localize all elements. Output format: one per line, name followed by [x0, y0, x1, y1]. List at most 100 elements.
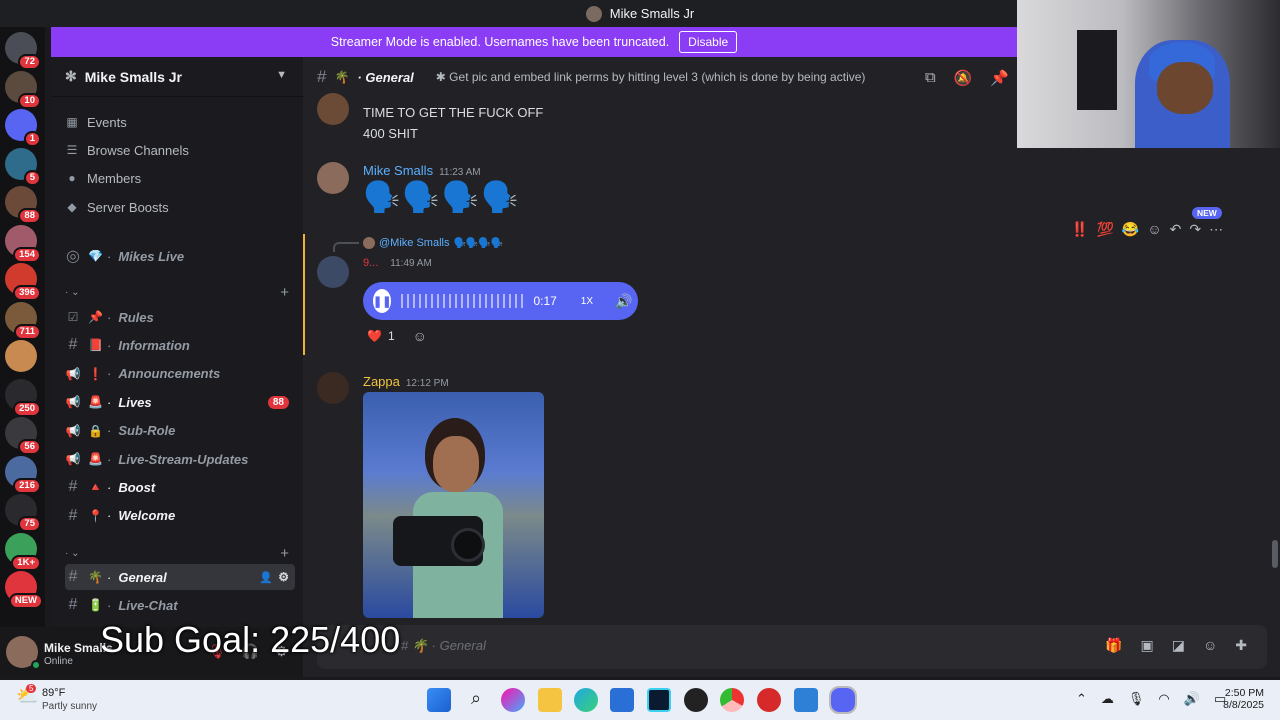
- nav-members[interactable]: ● Members: [65, 166, 141, 190]
- scrollbar-thumb[interactable]: [1272, 540, 1278, 568]
- add-channel-icon[interactable]: +: [280, 545, 289, 562]
- obs-icon[interactable]: [684, 688, 708, 712]
- invite-icon[interactable]: 👤: [259, 571, 273, 584]
- server-icon[interactable]: 10: [5, 70, 41, 109]
- gif-icon[interactable]: ▣: [1141, 637, 1154, 654]
- channel-general[interactable]: # 🌴 · General ⚙ 👤: [65, 564, 295, 590]
- add-reaction-icon[interactable]: ☺: [413, 328, 427, 344]
- channel-lives[interactable]: 📢 🚨 · Lives 88: [65, 389, 295, 415]
- avatar[interactable]: [317, 93, 349, 125]
- volume-icon[interactable]: 🔊: [1184, 691, 1200, 707]
- author-name[interactable]: Mike Smalls: [363, 163, 433, 178]
- author-name[interactable]: Zappa: [363, 374, 400, 389]
- copilot-icon[interactable]: [501, 688, 525, 712]
- photos-icon[interactable]: [794, 688, 818, 712]
- server-icon[interactable]: 250: [5, 378, 41, 417]
- server-icon[interactable]: NEW: [5, 571, 43, 609]
- reaction-heart[interactable]: ❤️ 1: [363, 327, 399, 345]
- reaction-suggestion[interactable]: ‼️: [1071, 221, 1088, 238]
- add-channel-icon[interactable]: +: [280, 284, 289, 301]
- weather-widget[interactable]: ⛅ 5: [16, 684, 38, 708]
- server-icon[interactable]: 711: [5, 301, 41, 340]
- online-status-dot: [31, 660, 41, 670]
- more-icon[interactable]: ⋯: [1209, 221, 1223, 238]
- server-icon[interactable]: [5, 340, 37, 372]
- nav-browse-channels[interactable]: ☰ Browse Channels: [65, 138, 189, 162]
- author-name[interactable]: 9...: [363, 257, 378, 269]
- store-icon[interactable]: [610, 688, 634, 712]
- disable-button[interactable]: Disable: [679, 31, 738, 53]
- channel-live-chat[interactable]: # 🔋 · Live-Chat: [65, 592, 295, 618]
- nav-events[interactable]: ▦ Events: [65, 110, 126, 134]
- server-header[interactable]: ✻ Mike Smalls Jr ▼: [51, 57, 303, 97]
- chevron-up-icon[interactable]: ⌃: [1076, 691, 1087, 707]
- threads-icon[interactable]: ⧉: [925, 69, 936, 87]
- channel-boost[interactable]: # 🔺 · Boost: [65, 474, 295, 500]
- channel-emoji: 💎: [88, 249, 103, 263]
- channel-live-stream-updates[interactable]: 📢 🚨 · Live-Stream-Updates: [65, 446, 295, 472]
- mute-notifications-icon[interactable]: 🔕: [954, 69, 973, 87]
- avatar[interactable]: [317, 372, 349, 404]
- separator-dot: ·: [107, 366, 112, 382]
- channel-sub-role[interactable]: 📢 🔒 · Sub-Role: [65, 418, 295, 444]
- server-icon[interactable]: 56: [5, 417, 41, 455]
- window-title: Mike Smalls Jr: [609, 6, 695, 21]
- app-icon[interactable]: [647, 688, 671, 712]
- wifi-icon[interactable]: ◠: [1158, 691, 1169, 707]
- image-attachment[interactable]: [363, 392, 544, 618]
- category-collapse-icon[interactable]: · ⌄: [65, 287, 80, 298]
- reply-icon[interactable]: ↶: [1170, 221, 1182, 238]
- server-icon[interactable]: 75: [5, 494, 41, 532]
- chrome-icon[interactable]: [720, 688, 744, 712]
- server-icon[interactable]: 88: [5, 186, 41, 224]
- clock-time: 2:50 PM: [1224, 687, 1264, 699]
- app-icon[interactable]: [757, 688, 781, 712]
- server-icon[interactable]: 1K+: [5, 532, 41, 571]
- file-explorer-icon[interactable]: [538, 688, 562, 712]
- server-icon[interactable]: 216: [5, 455, 41, 494]
- channel-information[interactable]: # 📕 · Information: [65, 332, 295, 358]
- microphone-icon[interactable]: 🎙: [1128, 691, 1145, 707]
- server-icon[interactable]: 1: [5, 109, 41, 147]
- edge-icon[interactable]: [574, 688, 598, 712]
- discord-taskbar-icon[interactable]: [829, 686, 857, 714]
- category-collapse-icon[interactable]: · ⌄: [65, 548, 80, 559]
- nav-server-boosts[interactable]: ◆ Server Boosts: [65, 195, 168, 219]
- emoji-icon[interactable]: ☺: [1203, 637, 1217, 654]
- channel-topic[interactable]: ✱ Get pic and embed link perms by hittin…: [436, 70, 866, 84]
- server-icon[interactable]: 396: [5, 263, 41, 301]
- streamer-mode-banner: Streamer Mode is enabled. Usernames have…: [51, 27, 1017, 57]
- channel-label: Welcome: [118, 508, 176, 524]
- server-icon[interactable]: 154: [5, 224, 41, 263]
- channel-welcome[interactable]: # 📍 · Welcome: [65, 503, 295, 529]
- add-reaction-icon[interactable]: ☺: [1147, 221, 1161, 237]
- apps-icon[interactable]: ✚: [1235, 637, 1247, 654]
- server-icon[interactable]: 72: [5, 32, 41, 70]
- waveform-scrubber[interactable]: [401, 294, 524, 308]
- pause-icon[interactable]: ❚❚: [373, 289, 392, 313]
- weather-temp[interactable]: 89°F: [42, 687, 65, 699]
- server-name: Mike Smalls Jr: [84, 68, 183, 85]
- clock[interactable]: 2:50 PM 8/8/2025: [1222, 687, 1264, 711]
- channel-rules[interactable]: ☑ 📌 · Rules: [65, 304, 295, 330]
- sticker-icon[interactable]: ◪: [1172, 637, 1185, 654]
- server-icon[interactable]: 5: [5, 147, 41, 186]
- search-icon[interactable]: ⌕: [464, 688, 488, 712]
- stage-channel-mikes-live[interactable]: ◎ 💎 · Mikes Live: [65, 243, 295, 269]
- message-input-box[interactable]: # 🌴 · General 🎁 ▣ ◪ ☺ ✚: [317, 625, 1267, 669]
- pinned-messages-icon[interactable]: 📌: [990, 69, 1009, 87]
- reaction-suggestion[interactable]: 😂: [1122, 221, 1139, 238]
- avatar[interactable]: [317, 256, 349, 288]
- emoji-message: 🗣️🗣️🗣️🗣️: [363, 181, 521, 214]
- volume-icon[interactable]: 🔊: [615, 293, 632, 310]
- start-button-icon[interactable]: [427, 688, 451, 712]
- cloud-icon[interactable]: ☁: [1101, 691, 1114, 707]
- playback-speed-button[interactable]: 1X: [581, 296, 593, 307]
- forward-icon[interactable]: ↷: [1189, 221, 1201, 238]
- reaction-suggestion[interactable]: 💯: [1096, 221, 1113, 238]
- avatar[interactable]: [317, 162, 349, 194]
- channel-announcements[interactable]: 📢 ❗ · Announcements: [65, 361, 295, 387]
- gift-icon[interactable]: 🎁: [1105, 637, 1122, 654]
- reply-preview[interactable]: @Mike Smalls 🗣️🗣️🗣️🗣️: [363, 237, 503, 249]
- channel-settings-icon[interactable]: ⚙: [278, 570, 289, 584]
